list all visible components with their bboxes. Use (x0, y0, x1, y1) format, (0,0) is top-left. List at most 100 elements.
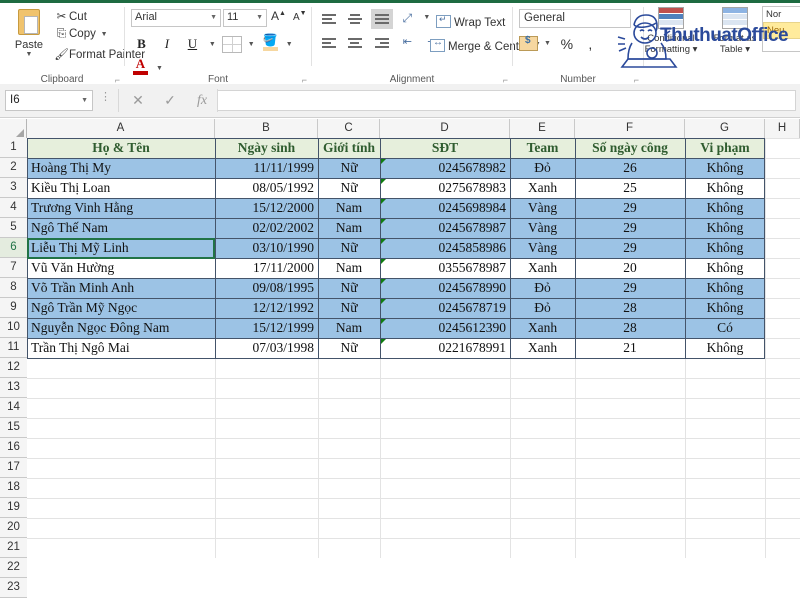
table-cell-team[interactable]: Đỏ (510, 158, 575, 178)
row-header-1[interactable]: 1 (0, 138, 27, 158)
orientation-icon[interactable]: ⤢ (397, 9, 417, 27)
cut-button[interactable]: ✂ Cut (54, 9, 87, 23)
table-cell-violation[interactable]: Không (685, 278, 765, 298)
table-header-cell[interactable]: SĐT (380, 138, 510, 158)
table-cell-days[interactable]: 28 (575, 298, 685, 318)
formula-input[interactable] (218, 90, 796, 111)
orientation-caret-icon[interactable]: ▼ (422, 9, 432, 27)
table-cell-name[interactable]: Ngô Thế Nam (27, 218, 215, 238)
table-header-cell[interactable]: Vi phạm (685, 138, 765, 158)
row-header-16[interactable]: 16 (0, 438, 27, 458)
select-all-corner[interactable] (0, 119, 27, 138)
table-cell-violation[interactable]: Không (685, 218, 765, 238)
column-header-f[interactable]: F (575, 119, 685, 138)
confirm-formula-button[interactable]: ✓ (154, 90, 186, 111)
wrap-text-button[interactable]: Wrap Text (436, 14, 505, 29)
table-cell-gender[interactable]: Nam (318, 258, 380, 278)
row-header-13[interactable]: 13 (0, 378, 27, 398)
align-top-button[interactable] (318, 9, 340, 29)
cell-style-normal[interactable]: Nor (763, 7, 800, 22)
table-cell-dob[interactable]: 03/10/1990 (215, 238, 318, 258)
table-cell-dob[interactable]: 07/03/1998 (215, 338, 318, 358)
table-cell-violation[interactable]: Có (685, 318, 765, 338)
table-cell-phone[interactable]: 0245698984 (380, 198, 510, 218)
fill-color-button[interactable]: 🪣 (261, 33, 280, 51)
chevron-down-icon[interactable]: ▼ (256, 14, 263, 21)
row-header-23[interactable]: 23 (0, 578, 27, 598)
decrease-font-size-button[interactable]: A▼ (293, 9, 307, 23)
table-cell-dob[interactable]: 11/11/1999 (215, 158, 318, 178)
table-cell-phone[interactable]: 0245678990 (380, 278, 510, 298)
cancel-formula-button[interactable]: ✕ (122, 90, 154, 111)
row-header-5[interactable]: 5 (0, 218, 27, 238)
table-cell-team[interactable]: Xanh (510, 318, 575, 338)
cell-area[interactable]: Họ & Tên Ngày sinh Giới tính SĐT Team Số ngày… (27, 138, 800, 558)
row-header-10[interactable]: 10 (0, 318, 27, 338)
table-cell-gender[interactable]: Nam (318, 318, 380, 338)
table-cell-phone[interactable]: 0245858986 (380, 238, 510, 258)
table-cell-violation[interactable]: Không (685, 158, 765, 178)
row-header-14[interactable]: 14 (0, 398, 27, 418)
percent-style-button[interactable]: % (557, 34, 577, 54)
table-cell-name[interactable]: Vũ Văn Hường (27, 258, 215, 278)
font-size-combobox[interactable]: 11 ▼ (223, 9, 267, 27)
table-cell-phone[interactable]: 0221678991 (380, 338, 510, 358)
column-header-a[interactable]: A (27, 119, 215, 138)
font-name-combobox[interactable]: Arial ▼ (131, 9, 221, 27)
table-cell-gender[interactable]: Nữ (318, 238, 380, 258)
table-cell-name[interactable]: Ngô Trần Mỹ Ngọc (27, 298, 215, 318)
table-cell-team[interactable]: Đỏ (510, 278, 575, 298)
accounting-format-icon[interactable] (519, 35, 538, 51)
table-cell-team[interactable]: Xanh (510, 178, 575, 198)
column-header-b[interactable]: B (215, 119, 318, 138)
table-cell-dob[interactable]: 15/12/1999 (215, 318, 318, 338)
table-header-cell[interactable]: Họ & Tên (27, 138, 215, 158)
underline-dropdown-caret-icon[interactable]: ▼ (207, 33, 217, 57)
table-cell-name[interactable]: Võ Trần Minh Anh (27, 278, 215, 298)
table-cell-phone[interactable]: 0245678982 (380, 158, 510, 178)
column-header-c[interactable]: C (318, 119, 380, 138)
row-header-15[interactable]: 15 (0, 418, 27, 438)
paste-button[interactable]: Paste ▼ (6, 7, 52, 65)
italic-button[interactable]: I (156, 33, 177, 54)
table-cell-days[interactable]: 25 (575, 178, 685, 198)
row-header-4[interactable]: 4 (0, 198, 27, 218)
copy-dropdown-caret-icon[interactable]: ▼ (99, 28, 109, 42)
row-header-21[interactable]: 21 (0, 538, 27, 558)
chevron-down-icon[interactable]: ▼ (210, 14, 217, 21)
table-cell-gender[interactable]: Nữ (318, 158, 380, 178)
table-cell-days[interactable]: 29 (575, 278, 685, 298)
column-header-g[interactable]: G (685, 119, 765, 138)
table-cell-dob[interactable]: 02/02/2002 (215, 218, 318, 238)
table-header-cell[interactable]: Ngày sinh (215, 138, 318, 158)
row-header-8[interactable]: 8 (0, 278, 27, 298)
table-cell-violation[interactable]: Không (685, 238, 765, 258)
underline-button[interactable]: U (182, 33, 203, 54)
insert-function-button[interactable]: fx (186, 90, 218, 111)
table-cell-days[interactable]: 26 (575, 158, 685, 178)
table-cell-violation[interactable]: Không (685, 298, 765, 318)
copy-button[interactable]: ⎘ Copy ▼ (54, 28, 109, 42)
table-cell-days[interactable]: 29 (575, 198, 685, 218)
increase-font-size-button[interactable]: A▲ (271, 9, 286, 23)
table-cell-gender[interactable]: Nam (318, 218, 380, 238)
row-header-17[interactable]: 17 (0, 458, 27, 478)
name-box[interactable]: I6 ▼ (5, 90, 93, 111)
table-cell-name[interactable]: Trương Vinh Hằng (27, 198, 215, 218)
column-header-e[interactable]: E (510, 119, 575, 138)
column-header-d[interactable]: D (380, 119, 510, 138)
row-header-7[interactable]: 7 (0, 258, 27, 278)
bold-button[interactable]: B (131, 33, 152, 54)
table-cell-name[interactable]: Nguyễn Ngọc Đông Nam (27, 318, 215, 338)
column-header-h[interactable]: H (765, 119, 800, 138)
row-header-3[interactable]: 3 (0, 178, 27, 198)
table-cell-gender[interactable]: Nữ (318, 298, 380, 318)
table-cell-violation[interactable]: Không (685, 338, 765, 358)
table-cell-violation[interactable]: Không (685, 198, 765, 218)
table-header-cell[interactable]: Giới tính (318, 138, 380, 158)
table-cell-name[interactable]: Kiều Thị Loan (27, 178, 215, 198)
row-header-20[interactable]: 20 (0, 518, 27, 538)
table-cell-gender[interactable]: Nữ (318, 278, 380, 298)
table-cell-days[interactable]: 29 (575, 218, 685, 238)
table-cell-phone[interactable]: 0245678987 (380, 218, 510, 238)
